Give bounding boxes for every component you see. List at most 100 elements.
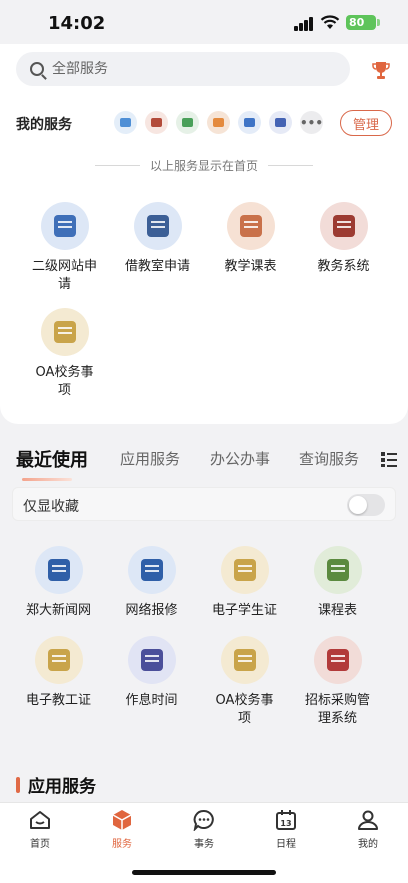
favorites-only-label: 仅显收藏 — [23, 499, 79, 515]
service-item[interactable]: 网络报修 — [105, 546, 198, 620]
search-input[interactable] — [52, 61, 302, 77]
nav-service-label: 服务 — [112, 839, 132, 850]
student-card-icon-glyph — [233, 559, 256, 581]
tab-office[interactable]: 办公办事 — [210, 448, 270, 469]
service-item[interactable]: 借教室申请 — [111, 202, 204, 294]
student-card-icon — [220, 546, 269, 594]
my-services-mini-icons: ••• — [114, 111, 323, 134]
classroom-icon-glyph — [146, 215, 169, 237]
academic-system-icon — [319, 202, 368, 250]
timetable-icon — [226, 202, 275, 250]
tab-recent[interactable]: 最近使用 — [16, 446, 88, 472]
nav-mine[interactable]: 我的 — [338, 809, 398, 850]
list-view-icon[interactable] — [381, 451, 397, 467]
staff-card-icon — [34, 636, 83, 684]
office-mini-icon — [238, 111, 261, 134]
service-item-label: 借教室申请 — [124, 259, 190, 274]
battery-icon: 80 — [346, 15, 376, 30]
service-item[interactable]: 教务系统 — [297, 202, 390, 294]
wifi-icon — [320, 15, 340, 29]
homepage-note-text: 以上服务显示在首页 — [150, 159, 259, 173]
routine-icon-glyph — [140, 649, 163, 671]
nav-schedule-label: 日程 — [276, 839, 296, 850]
service-item-label: OA校务事项 — [215, 693, 274, 726]
active-tab-indicator — [22, 478, 72, 481]
course-table-icon-glyph — [326, 559, 349, 581]
service-tabs: 最近使用 应用服务 办公办事 查询服务 — [0, 438, 408, 482]
tab-query[interactable]: 查询服务 — [299, 448, 359, 469]
recent-services-grid: 郑大新闻网 网络报修 电子学生证 课程表电子教工证 作息时间 OA校务事项 招标采购管理系统 — [12, 546, 384, 728]
service-item-label: 二级网站申请 — [31, 259, 97, 292]
service-item-label: 课程表 — [317, 603, 357, 618]
service-item[interactable]: OA校务事项 — [18, 308, 111, 400]
more-mini-icon: ••• — [300, 111, 323, 134]
service-item-label: 作息时间 — [125, 693, 178, 708]
my-services-title: 我的服务 — [16, 117, 72, 133]
my-services-row: 我的服务 ••• 管理 — [16, 108, 392, 138]
service-item-label: 郑大新闻网 — [25, 603, 91, 618]
oa-affairs-icon-glyph — [53, 321, 76, 343]
service-item[interactable]: 教学课表 — [204, 202, 297, 294]
network-repair-icon-glyph — [140, 559, 163, 581]
svg-text:13: 13 — [280, 819, 291, 828]
staff-card-icon-glyph — [47, 649, 70, 671]
news-icon-glyph — [47, 559, 70, 581]
home-icon — [30, 811, 50, 829]
nav-affairs-label: 事务 — [194, 839, 214, 850]
classroom-icon — [133, 202, 182, 250]
web-apply-mini-icon — [114, 111, 137, 134]
trophy-icon[interactable] — [372, 60, 390, 80]
service-item[interactable]: 电子教工证 — [12, 636, 105, 728]
toggle-knob — [349, 496, 367, 514]
favorites-only-row: 仅显收藏 — [12, 487, 396, 521]
news-icon — [34, 546, 83, 594]
nav-home-label: 首页 — [30, 839, 50, 850]
section-title-bar — [16, 776, 20, 793]
service-item[interactable]: 课程表 — [291, 546, 384, 620]
nav-mine-label: 我的 — [358, 839, 378, 850]
divider-line-right — [268, 165, 314, 166]
divider-line-left — [95, 165, 140, 166]
classroom-mini-icon — [145, 111, 168, 134]
service-item-label: 教学课表 — [224, 259, 277, 274]
service-item[interactable]: 作息时间 — [105, 636, 198, 728]
favorites-only-toggle[interactable] — [347, 494, 385, 516]
search-bar[interactable] — [16, 52, 350, 86]
service-item[interactable]: 招标采购管理系统 — [291, 636, 384, 728]
service-item[interactable]: OA校务事项 — [198, 636, 291, 728]
section-title-app-services: 应用服务 — [16, 772, 96, 797]
nav-home[interactable]: 首页 — [10, 809, 70, 850]
manage-button[interactable]: 管理 — [340, 110, 392, 136]
service-item[interactable]: 电子学生证 — [198, 546, 291, 620]
oa-affairs-icon — [220, 636, 269, 684]
service-item-label: 电子学生证 — [211, 603, 277, 618]
nav-service[interactable]: 服务 — [92, 809, 152, 850]
cellular-signal-icon — [294, 17, 314, 31]
battery-level: 80 — [349, 16, 365, 29]
search-icon — [30, 62, 44, 76]
service-cube-icon — [112, 810, 132, 830]
profile-icon — [358, 810, 378, 830]
status-bar: 14:02 80 — [0, 0, 408, 48]
mail-mini-icon — [176, 111, 199, 134]
service-item[interactable]: 郑大新闻网 — [12, 546, 105, 620]
service-item-label: 网络报修 — [125, 603, 178, 618]
status-time: 14:02 — [48, 13, 106, 34]
service-item[interactable]: 二级网站申请 — [18, 202, 111, 294]
nav-schedule[interactable]: 13 日程 — [256, 809, 316, 850]
my-services-grid: 二级网站申请 借教室申请 教学课表 教务系统 OA校务事项 — [18, 202, 390, 400]
tab-app-services[interactable]: 应用服务 — [120, 448, 180, 469]
network-repair-icon — [127, 546, 176, 594]
service-item-label: OA校务事项 — [35, 365, 94, 398]
routine-icon — [127, 636, 176, 684]
nav-affairs[interactable]: 事务 — [174, 809, 234, 850]
course-table-icon — [313, 546, 362, 594]
oa-affairs-icon-glyph — [233, 649, 256, 671]
service-item-label: 电子教工证 — [25, 693, 91, 708]
battery-tip — [377, 19, 380, 26]
service-item-label: 招标采购管理系统 — [304, 693, 370, 726]
procurement-icon — [313, 636, 362, 684]
chat-icon — [193, 809, 214, 831]
service-item-label: 教务系统 — [317, 259, 370, 274]
oa-affairs-icon — [40, 308, 89, 356]
